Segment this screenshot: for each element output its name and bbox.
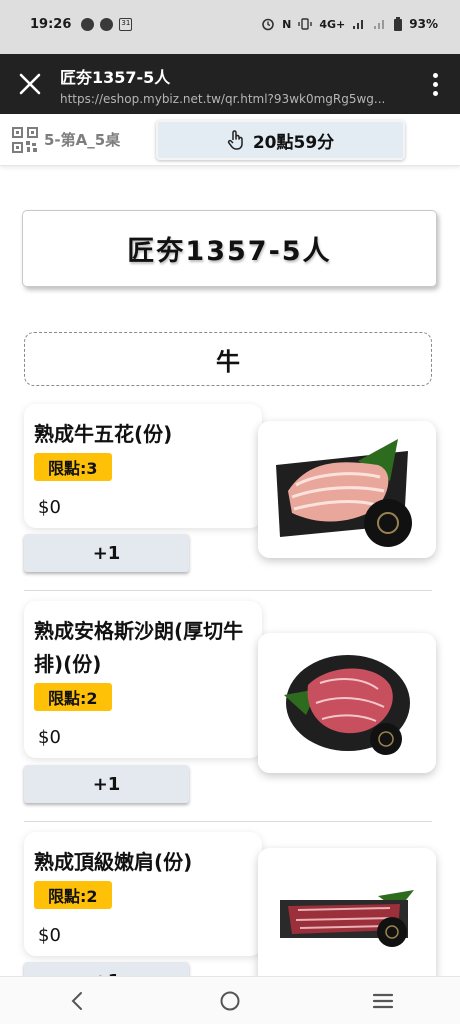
- more-options-dot: [432, 72, 438, 78]
- close-button[interactable]: [0, 54, 60, 114]
- more-options-dot: [432, 81, 438, 87]
- system-nav-bar: [0, 976, 460, 1024]
- item-price: $0: [38, 727, 61, 748]
- status-time: 19:26: [30, 16, 72, 32]
- alarm-icon: [262, 18, 274, 31]
- chat-icon: [100, 17, 114, 31]
- close-icon: [19, 73, 41, 95]
- more-options-dot: [432, 90, 438, 96]
- item-image[interactable]: [258, 633, 436, 773]
- item-divider: [24, 590, 432, 591]
- network-type: 4G+: [319, 17, 346, 31]
- category-header: 牛: [24, 332, 432, 386]
- points-button[interactable]: 20點59分: [156, 120, 405, 160]
- status-left: 19:26 31: [30, 16, 133, 32]
- home-circle-icon: [220, 991, 240, 1010]
- item-price: $0: [38, 925, 61, 946]
- store-title: 匠夯1357-5人: [22, 210, 437, 287]
- nav-back-button[interactable]: [37, 977, 117, 1024]
- browser-title: 匠夯1357-5人: [60, 68, 171, 87]
- menu-item-card: 熟成頂級嫩肩(份) 限點:2 $0: [24, 832, 262, 956]
- battery-percent: 93%: [409, 17, 438, 31]
- item-image[interactable]: [258, 848, 436, 976]
- menu-content[interactable]: 匠夯1357-5人 牛 熟成牛五花(份) 限點:3 $0 +1 熟成安格斯沙朗(…: [0, 166, 460, 976]
- sirloin-steak-photo: [258, 633, 436, 773]
- pork-belly-slices-photo: [258, 421, 436, 558]
- browser-bar: 匠夯1357-5人 https://eshop.mybiz.net.tw/qr.…: [0, 54, 460, 114]
- tap-hand-icon: [227, 130, 243, 150]
- item-name: 熟成安格斯沙朗(厚切牛排)(份): [34, 619, 244, 676]
- nav-recents-button[interactable]: [343, 977, 423, 1024]
- order-header: 5-第A_5桌 20點59分: [0, 114, 460, 166]
- menu-item-card: 熟成安格斯沙朗(厚切牛排)(份) 限點:2 $0: [24, 601, 262, 758]
- item-divider: [24, 821, 432, 822]
- vibrate-icon: [298, 18, 313, 30]
- calendar-icon: 31: [119, 17, 133, 31]
- table-info: 5-第A_5桌: [0, 126, 150, 153]
- signal-icon: [353, 20, 364, 29]
- item-image[interactable]: [258, 421, 436, 558]
- status-right: N 4G+ 93%: [261, 17, 438, 31]
- menu-item-card: 熟成牛五花(份) 限點:3 $0: [24, 404, 262, 528]
- line-app-icon: [81, 17, 95, 31]
- nfc-icon: N: [282, 17, 292, 31]
- limit-badge: 限點:2: [34, 683, 112, 711]
- browser-text: 匠夯1357-5人 https://eshop.mybiz.net.tw/qr.…: [60, 62, 410, 106]
- qr-code-icon: [12, 126, 38, 153]
- add-one-button[interactable]: +1: [24, 534, 189, 572]
- item-name: 熟成牛五花(份): [34, 422, 173, 446]
- table-label: 5-第A_5桌: [44, 131, 121, 149]
- battery-icon: [394, 17, 403, 31]
- limit-badge: 限點:2: [34, 881, 112, 909]
- nav-home-button[interactable]: [190, 977, 270, 1024]
- status-bar: 19:26 31 N 4G+ 93%: [0, 0, 460, 54]
- chuck-flat-steak-photo: [258, 848, 436, 976]
- points-label: 20點59分: [252, 132, 335, 153]
- item-name: 熟成頂級嫩肩(份): [34, 850, 193, 874]
- add-one-button[interactable]: +1: [24, 962, 189, 976]
- signal-2-icon: [374, 20, 385, 29]
- add-one-button[interactable]: +1: [24, 765, 189, 803]
- item-price: $0: [38, 497, 61, 518]
- limit-badge: 限點:3: [34, 453, 112, 481]
- browser-url[interactable]: https://eshop.mybiz.net.tw/qr.html?93wk0…: [60, 92, 410, 106]
- recents-lines-icon: [373, 993, 394, 1008]
- back-chevron-icon: [71, 991, 82, 1010]
- more-options-button[interactable]: [410, 54, 460, 114]
